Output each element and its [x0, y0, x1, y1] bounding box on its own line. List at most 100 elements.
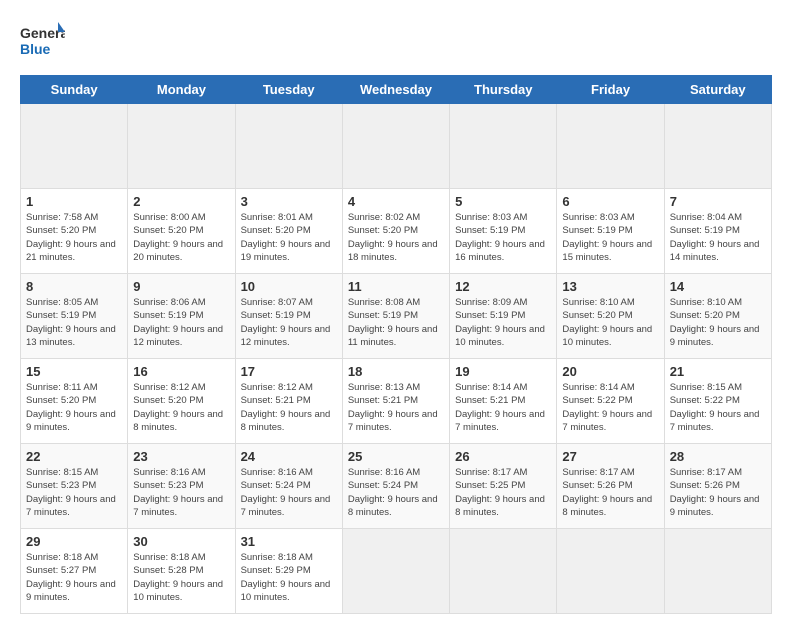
calendar-week-6: 29 Sunrise: 8:18 AM Sunset: 5:27 PM Dayl…	[21, 529, 772, 614]
day-info: Sunrise: 8:06 AM Sunset: 5:19 PM Dayligh…	[133, 296, 229, 349]
day-info: Sunrise: 8:12 AM Sunset: 5:21 PM Dayligh…	[241, 381, 337, 434]
day-info: Sunrise: 8:16 AM Sunset: 5:24 PM Dayligh…	[348, 466, 444, 519]
day-number: 1	[26, 194, 122, 209]
day-info: Sunrise: 8:17 AM Sunset: 5:26 PM Dayligh…	[670, 466, 766, 519]
day-number: 12	[455, 279, 551, 294]
calendar-week-5: 22 Sunrise: 8:15 AM Sunset: 5:23 PM Dayl…	[21, 444, 772, 529]
day-info: Sunrise: 8:07 AM Sunset: 5:19 PM Dayligh…	[241, 296, 337, 349]
day-info: Sunrise: 8:10 AM Sunset: 5:20 PM Dayligh…	[670, 296, 766, 349]
calendar-cell	[235, 104, 342, 189]
day-info: Sunrise: 8:17 AM Sunset: 5:26 PM Dayligh…	[562, 466, 658, 519]
day-info: Sunrise: 8:14 AM Sunset: 5:21 PM Dayligh…	[455, 381, 551, 434]
calendar-cell	[128, 104, 235, 189]
weekday-header-saturday: Saturday	[664, 76, 771, 104]
calendar-week-4: 15 Sunrise: 8:11 AM Sunset: 5:20 PM Dayl…	[21, 359, 772, 444]
calendar-cell: 26 Sunrise: 8:17 AM Sunset: 5:25 PM Dayl…	[450, 444, 557, 529]
day-number: 27	[562, 449, 658, 464]
day-number: 10	[241, 279, 337, 294]
day-info: Sunrise: 8:14 AM Sunset: 5:22 PM Dayligh…	[562, 381, 658, 434]
day-number: 18	[348, 364, 444, 379]
weekday-header-wednesday: Wednesday	[342, 76, 449, 104]
weekday-header-friday: Friday	[557, 76, 664, 104]
day-info: Sunrise: 8:15 AM Sunset: 5:23 PM Dayligh…	[26, 466, 122, 519]
day-number: 31	[241, 534, 337, 549]
day-number: 29	[26, 534, 122, 549]
calendar-cell	[21, 104, 128, 189]
calendar-week-1	[21, 104, 772, 189]
day-number: 23	[133, 449, 229, 464]
calendar-cell: 2 Sunrise: 8:00 AM Sunset: 5:20 PM Dayli…	[128, 189, 235, 274]
day-info: Sunrise: 8:03 AM Sunset: 5:19 PM Dayligh…	[562, 211, 658, 264]
day-number: 6	[562, 194, 658, 209]
calendar-week-2: 1 Sunrise: 7:58 AM Sunset: 5:20 PM Dayli…	[21, 189, 772, 274]
calendar-cell: 22 Sunrise: 8:15 AM Sunset: 5:23 PM Dayl…	[21, 444, 128, 529]
day-number: 20	[562, 364, 658, 379]
day-number: 13	[562, 279, 658, 294]
day-info: Sunrise: 8:12 AM Sunset: 5:20 PM Dayligh…	[133, 381, 229, 434]
calendar-cell: 11 Sunrise: 8:08 AM Sunset: 5:19 PM Dayl…	[342, 274, 449, 359]
weekday-header-sunday: Sunday	[21, 76, 128, 104]
logo: General Blue	[20, 20, 65, 65]
calendar-cell	[450, 529, 557, 614]
day-info: Sunrise: 8:11 AM Sunset: 5:20 PM Dayligh…	[26, 381, 122, 434]
weekday-header-tuesday: Tuesday	[235, 76, 342, 104]
calendar-cell: 4 Sunrise: 8:02 AM Sunset: 5:20 PM Dayli…	[342, 189, 449, 274]
day-info: Sunrise: 8:18 AM Sunset: 5:27 PM Dayligh…	[26, 551, 122, 604]
day-number: 30	[133, 534, 229, 549]
calendar-cell	[664, 104, 771, 189]
day-number: 5	[455, 194, 551, 209]
day-info: Sunrise: 8:03 AM Sunset: 5:19 PM Dayligh…	[455, 211, 551, 264]
day-number: 4	[348, 194, 444, 209]
day-number: 2	[133, 194, 229, 209]
calendar-cell: 3 Sunrise: 8:01 AM Sunset: 5:20 PM Dayli…	[235, 189, 342, 274]
day-info: Sunrise: 8:00 AM Sunset: 5:20 PM Dayligh…	[133, 211, 229, 264]
calendar-cell: 5 Sunrise: 8:03 AM Sunset: 5:19 PM Dayli…	[450, 189, 557, 274]
day-number: 7	[670, 194, 766, 209]
day-number: 24	[241, 449, 337, 464]
calendar-cell: 30 Sunrise: 8:18 AM Sunset: 5:28 PM Dayl…	[128, 529, 235, 614]
calendar-cell: 25 Sunrise: 8:16 AM Sunset: 5:24 PM Dayl…	[342, 444, 449, 529]
calendar-cell	[664, 529, 771, 614]
day-info: Sunrise: 8:15 AM Sunset: 5:22 PM Dayligh…	[670, 381, 766, 434]
day-number: 22	[26, 449, 122, 464]
day-info: Sunrise: 8:16 AM Sunset: 5:24 PM Dayligh…	[241, 466, 337, 519]
day-info: Sunrise: 8:02 AM Sunset: 5:20 PM Dayligh…	[348, 211, 444, 264]
calendar-cell: 20 Sunrise: 8:14 AM Sunset: 5:22 PM Dayl…	[557, 359, 664, 444]
calendar-cell: 31 Sunrise: 8:18 AM Sunset: 5:29 PM Dayl…	[235, 529, 342, 614]
calendar-cell	[342, 104, 449, 189]
calendar-cell: 23 Sunrise: 8:16 AM Sunset: 5:23 PM Dayl…	[128, 444, 235, 529]
day-info: Sunrise: 8:09 AM Sunset: 5:19 PM Dayligh…	[455, 296, 551, 349]
day-number: 19	[455, 364, 551, 379]
day-number: 3	[241, 194, 337, 209]
logo-svg: General Blue	[20, 20, 65, 65]
day-info: Sunrise: 8:13 AM Sunset: 5:21 PM Dayligh…	[348, 381, 444, 434]
calendar-cell: 17 Sunrise: 8:12 AM Sunset: 5:21 PM Dayl…	[235, 359, 342, 444]
calendar-cell: 6 Sunrise: 8:03 AM Sunset: 5:19 PM Dayli…	[557, 189, 664, 274]
day-info: Sunrise: 8:17 AM Sunset: 5:25 PM Dayligh…	[455, 466, 551, 519]
calendar-cell: 1 Sunrise: 7:58 AM Sunset: 5:20 PM Dayli…	[21, 189, 128, 274]
day-number: 21	[670, 364, 766, 379]
day-number: 28	[670, 449, 766, 464]
day-number: 14	[670, 279, 766, 294]
calendar-cell: 14 Sunrise: 8:10 AM Sunset: 5:20 PM Dayl…	[664, 274, 771, 359]
svg-text:Blue: Blue	[20, 41, 51, 57]
calendar-cell: 10 Sunrise: 8:07 AM Sunset: 5:19 PM Dayl…	[235, 274, 342, 359]
day-info: Sunrise: 8:18 AM Sunset: 5:28 PM Dayligh…	[133, 551, 229, 604]
day-info: Sunrise: 8:10 AM Sunset: 5:20 PM Dayligh…	[562, 296, 658, 349]
calendar-cell: 19 Sunrise: 8:14 AM Sunset: 5:21 PM Dayl…	[450, 359, 557, 444]
day-number: 17	[241, 364, 337, 379]
calendar-cell: 29 Sunrise: 8:18 AM Sunset: 5:27 PM Dayl…	[21, 529, 128, 614]
calendar-cell: 27 Sunrise: 8:17 AM Sunset: 5:26 PM Dayl…	[557, 444, 664, 529]
day-info: Sunrise: 8:18 AM Sunset: 5:29 PM Dayligh…	[241, 551, 337, 604]
day-info: Sunrise: 8:08 AM Sunset: 5:19 PM Dayligh…	[348, 296, 444, 349]
day-number: 16	[133, 364, 229, 379]
day-number: 9	[133, 279, 229, 294]
calendar-cell	[557, 529, 664, 614]
weekday-header-monday: Monday	[128, 76, 235, 104]
calendar-cell: 8 Sunrise: 8:05 AM Sunset: 5:19 PM Dayli…	[21, 274, 128, 359]
calendar-cell: 9 Sunrise: 8:06 AM Sunset: 5:19 PM Dayli…	[128, 274, 235, 359]
calendar-cell: 24 Sunrise: 8:16 AM Sunset: 5:24 PM Dayl…	[235, 444, 342, 529]
day-info: Sunrise: 7:58 AM Sunset: 5:20 PM Dayligh…	[26, 211, 122, 264]
calendar-week-3: 8 Sunrise: 8:05 AM Sunset: 5:19 PM Dayli…	[21, 274, 772, 359]
day-number: 8	[26, 279, 122, 294]
